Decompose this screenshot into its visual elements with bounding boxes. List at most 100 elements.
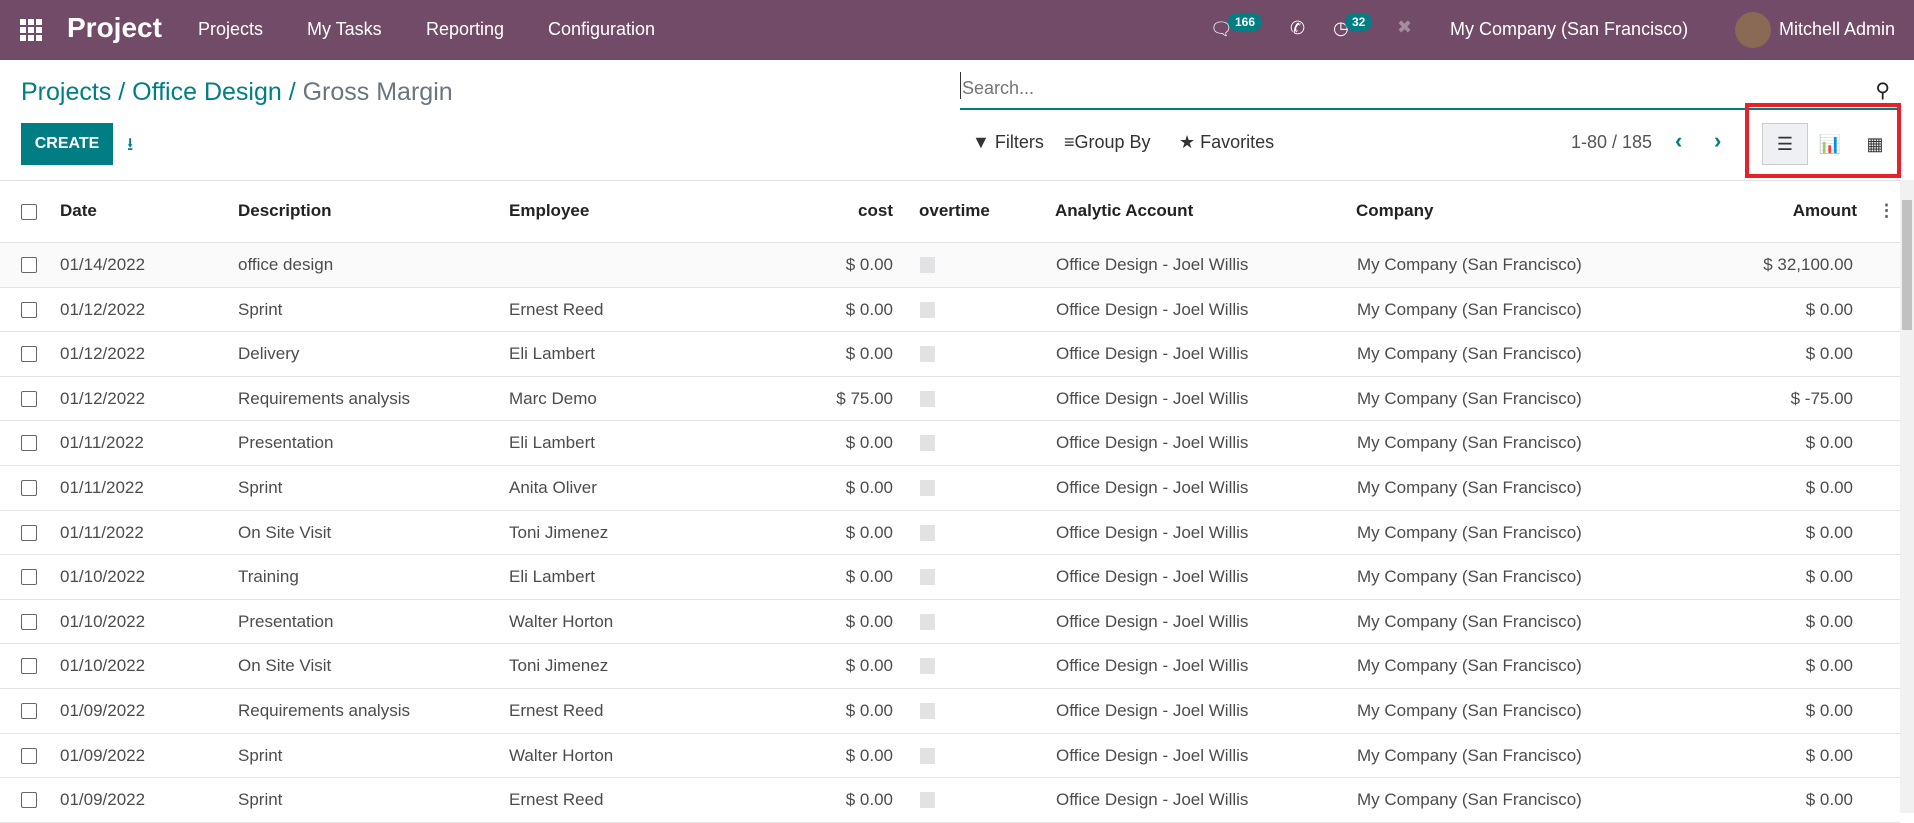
cell-employee: Toni Jimenez — [509, 522, 609, 542]
user-avatar[interactable] — [1735, 12, 1771, 48]
pivot-view-button[interactable]: ▦ — [1852, 123, 1898, 165]
col-overtime[interactable]: overtime — [919, 201, 990, 221]
col-date[interactable]: Date — [60, 201, 97, 221]
cell-amount: $ 0.00 — [1805, 433, 1853, 453]
table-row[interactable]: 01/09/2022 Requirements analysis Ernest Re… — [0, 689, 1900, 734]
cell-cost: $ 0.00 — [845, 656, 893, 676]
cell-amount: $ 0.00 — [1805, 344, 1853, 364]
cell-description: Sprint — [238, 299, 283, 319]
cell-cost: $ 0.00 — [845, 522, 893, 542]
table-row[interactable]: 01/12/2022 Sprint Ernest Reed $ 0.00 Office … — [0, 288, 1900, 333]
row-checkbox[interactable] — [21, 435, 37, 452]
download-icon[interactable]: ⭳ — [127, 132, 133, 162]
col-amount[interactable]: Amount — [1793, 201, 1857, 221]
cell-employee: Ernest Reed — [509, 701, 604, 720]
group-by-button[interactable]: ≡Group By — [1064, 132, 1151, 153]
app-name[interactable]: Project — [67, 12, 162, 44]
overtime-checkbox — [920, 435, 935, 452]
table-row[interactable]: 01/14/2022 office design $ 0.00 Office Desi… — [0, 243, 1900, 288]
overtime-checkbox — [920, 658, 935, 675]
col-analytic-account[interactable]: Analytic Account — [1055, 201, 1193, 221]
cell-analytic-account: Office Design - Joel Willis — [1056, 433, 1249, 453]
table-row[interactable]: 01/12/2022 Delivery Eli Lambert $ 0.00 Offic… — [0, 332, 1900, 377]
cell-cost: $ 0.00 — [845, 344, 893, 364]
table-row[interactable]: 01/11/2022 Presentation Eli Lambert $ 0.00 O… — [0, 421, 1900, 466]
favorites-button[interactable]: ★ Favorites — [1179, 132, 1274, 153]
table-row[interactable]: 01/10/2022 On Site Visit Toni Jimenez $ 0.0… — [0, 644, 1900, 689]
menu-reporting[interactable]: Reporting — [426, 19, 504, 40]
breadcrumb-office-design[interactable]: Office Design — [132, 78, 282, 106]
phone-icon[interactable]: ✆ — [1290, 18, 1305, 39]
search-input[interactable] — [960, 72, 1860, 99]
filters-label: Filters — [994, 132, 1044, 152]
row-checkbox[interactable] — [21, 346, 37, 363]
table-row[interactable]: 01/11/2022 Sprint Anita Oliver $ 0.00 Office… — [0, 466, 1900, 511]
bar-chart-icon: 📊 — [1818, 133, 1842, 154]
cell-company: My Company (San Francisco) — [1357, 388, 1582, 408]
row-checkbox[interactable] — [21, 257, 37, 273]
menu-my-tasks[interactable]: My Tasks — [307, 19, 382, 40]
debug-tools-icon[interactable]: ✖ — [1397, 17, 1412, 38]
row-checkbox[interactable] — [21, 613, 37, 630]
cell-amount: $ 0.00 — [1805, 745, 1853, 765]
company-switcher[interactable]: My Company (San Francisco) — [1450, 19, 1688, 40]
search-icon[interactable]: ⚲ — [1875, 78, 1890, 103]
cell-company: My Company (San Francisco) — [1357, 745, 1582, 765]
menu-configuration[interactable]: Configuration — [548, 19, 655, 40]
pager-value[interactable]: 1-80 / 185 — [1571, 132, 1652, 153]
col-employee[interactable]: Employee — [509, 201, 589, 221]
table-row[interactable]: 01/11/2022 On Site Visit Toni Jimenez $ 0.0… — [0, 511, 1900, 556]
cell-description: Delivery — [238, 344, 300, 364]
favorites-label: Favorites — [1200, 132, 1275, 152]
col-company[interactable]: Company — [1356, 201, 1433, 221]
row-checkbox[interactable] — [21, 301, 37, 318]
cell-amount: $ 0.00 — [1805, 478, 1853, 497]
app-menu-icon[interactable] — [20, 19, 42, 41]
overtime-checkbox — [920, 792, 935, 809]
menu-projects[interactable]: Projects — [198, 19, 263, 40]
cell-description: office design — [238, 255, 334, 274]
pager-previous-button[interactable]: ‹ — [1675, 128, 1682, 154]
breadcrumb-projects[interactable]: Projects — [21, 78, 111, 106]
cell-description: Requirements analysis — [238, 388, 410, 408]
pager-next-button[interactable]: › — [1714, 128, 1721, 154]
cell-date: 01/12/2022 — [60, 388, 146, 408]
cell-employee: Eli Lambert — [509, 567, 595, 587]
row-checkbox[interactable] — [21, 792, 37, 809]
col-cost[interactable]: cost — [858, 201, 893, 221]
cell-amount: $ 0.00 — [1805, 299, 1853, 319]
cell-description: On Site Visit — [238, 522, 332, 542]
optional-columns-icon[interactable]: ⋮ — [1878, 201, 1895, 221]
cell-date: 01/14/2022 — [60, 255, 146, 274]
graph-view-button[interactable]: 📊 — [1807, 123, 1853, 165]
row-checkbox[interactable] — [21, 658, 37, 675]
top-navbar: Project Projects My Tasks Reporting Conf… — [0, 0, 1914, 60]
overtime-checkbox — [920, 301, 935, 318]
row-checkbox[interactable] — [21, 703, 37, 719]
scrollbar[interactable] — [1900, 180, 1914, 813]
overtime-checkbox — [920, 257, 935, 273]
table-row[interactable]: 01/09/2022 Sprint Walter Horton $ 0.00 Offic… — [0, 734, 1900, 779]
row-checkbox[interactable] — [21, 390, 37, 407]
cell-cost: $ 75.00 — [836, 388, 893, 408]
create-button[interactable]: CREATE — [21, 123, 113, 165]
select-all-checkbox[interactable] — [21, 204, 37, 220]
table-row[interactable]: 01/09/2022 Sprint Ernest Reed $ 0.00 Office … — [0, 778, 1900, 823]
list-lines-icon: ≡ — [1064, 132, 1075, 152]
activities-badge: 32 — [1345, 13, 1373, 31]
row-checkbox[interactable] — [21, 747, 37, 764]
cell-company: My Company (San Francisco) — [1357, 790, 1582, 810]
row-checkbox[interactable] — [21, 524, 37, 541]
col-description[interactable]: Description — [238, 201, 332, 221]
row-checkbox[interactable] — [21, 569, 37, 586]
list-view-button[interactable]: ☰ — [1762, 123, 1808, 165]
user-menu[interactable]: Mitchell Admin — [1779, 19, 1895, 40]
table-row[interactable]: 01/12/2022 Requirements analysis Marc Demo… — [0, 377, 1900, 422]
row-checkbox[interactable] — [21, 480, 37, 496]
table-row[interactable]: 01/10/2022 Presentation Walter Horton $ 0.0… — [0, 600, 1900, 645]
filters-button[interactable]: ▼ Filters — [972, 132, 1044, 153]
cell-employee: Eli Lambert — [509, 344, 595, 364]
table-row[interactable]: 01/10/2022 Training Eli Lambert $ 0.00 Offic… — [0, 555, 1900, 600]
scrollbar-thumb[interactable] — [1902, 200, 1912, 330]
cell-cost: $ 0.00 — [845, 478, 893, 497]
